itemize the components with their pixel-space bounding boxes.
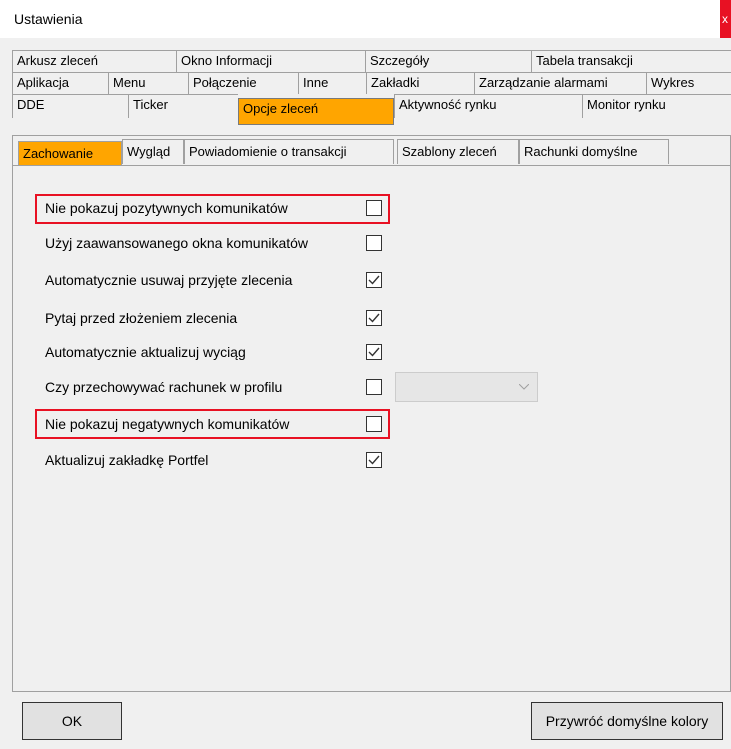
checkmark-icon (368, 313, 380, 323)
checkbox-ask-before[interactable] (366, 310, 382, 326)
tab-opcje-zlecen[interactable]: Opcje zleceń (238, 98, 394, 125)
tab-zakladki[interactable]: Zakładki (366, 72, 474, 94)
subtab-szablony-zlecen[interactable]: Szablony zleceń (397, 139, 519, 164)
checkmark-icon (368, 455, 380, 465)
option-label-auto-remove: Automatycznie usuwaj przyjęte zlecenia (45, 272, 293, 288)
subtab-rachunki-domyslne[interactable]: Rachunki domyślne (519, 139, 669, 164)
reset-colors-button[interactable]: Przywróć domyślne kolory (531, 702, 723, 740)
subtab-zachowanie[interactable]: Zachowanie (18, 141, 122, 166)
option-label-hide-negative: Nie pokazuj negatywnych komunikatów (45, 416, 290, 432)
tab-polaczenie[interactable]: Połączenie (188, 72, 298, 94)
tab-inne[interactable]: Inne (298, 72, 366, 94)
checkbox-auto-remove[interactable] (366, 272, 382, 288)
option-label-advanced-window: Użyj zaawansowanego okna komunikatów (45, 235, 309, 251)
checkmark-icon (368, 275, 380, 285)
option-label-store-account: Czy przechowywać rachunek w profilu (45, 379, 283, 395)
tab-aktywnosc-rynku[interactable]: Aktywność rynku (394, 94, 582, 118)
tab-arkusz-zlecen[interactable]: Arkusz zleceń (12, 50, 176, 72)
subtab-wyglad[interactable]: Wygląd (122, 139, 184, 164)
checkbox-update-portfolio[interactable] (366, 452, 382, 468)
tab-menu[interactable]: Menu (108, 72, 188, 94)
option-label-auto-update: Automatycznie aktualizuj wyciąg (45, 344, 246, 360)
tab-monitor-rynku[interactable]: Monitor rynku (582, 94, 731, 118)
ok-button[interactable]: OK (22, 702, 122, 740)
tab-okno-informacji[interactable]: Okno Informacji (176, 50, 365, 72)
tab-szczegoly[interactable]: Szczegóły (365, 50, 531, 72)
tab-aplikacja[interactable]: Aplikacja (12, 72, 108, 94)
chevron-down-icon (519, 384, 529, 390)
option-label-update-portfolio: Aktualizuj zakładkę Portfel (45, 452, 209, 468)
account-profile-dropdown[interactable] (395, 372, 538, 402)
window-title: Ustawienia (14, 11, 83, 27)
option-label-hide-positive: Nie pokazuj pozytywnych komunikatów (45, 200, 288, 216)
subtab-powiadomienie[interactable]: Powiadomienie o transakcji (184, 139, 394, 164)
close-button[interactable]: x (720, 0, 731, 38)
checkbox-advanced-window[interactable] (366, 235, 382, 251)
title-bar: Ustawienia x (0, 0, 731, 38)
tab-zarzadzanie-alarmami[interactable]: Zarządzanie alarmami (474, 72, 646, 94)
checkbox-hide-positive[interactable] (366, 200, 382, 216)
tab-ticker[interactable]: Ticker (128, 94, 238, 118)
tab-wykres[interactable]: Wykres (646, 72, 731, 94)
checkbox-hide-negative[interactable] (366, 416, 382, 432)
option-label-ask-before: Pytaj przed złożeniem zlecenia (45, 310, 238, 326)
checkmark-icon (368, 347, 380, 357)
checkbox-store-account[interactable] (366, 379, 382, 395)
checkbox-auto-update[interactable] (366, 344, 382, 360)
tab-tabela-transakcji[interactable]: Tabela transakcji (531, 50, 731, 72)
tab-dde[interactable]: DDE (12, 94, 128, 118)
